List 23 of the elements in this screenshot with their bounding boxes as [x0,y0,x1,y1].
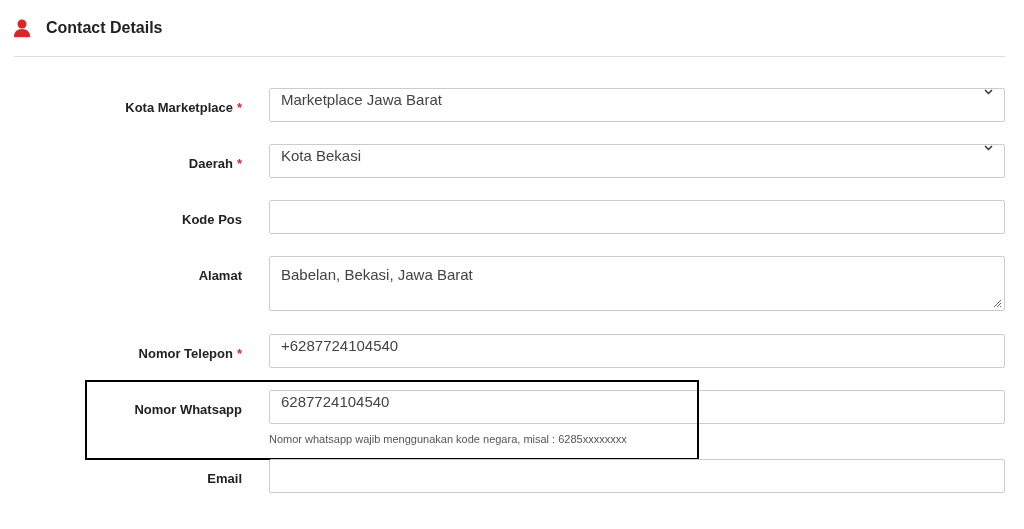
field-label: Email [207,470,242,486]
input-field[interactable]: 6287724104540 [269,390,1005,424]
dropdown-field[interactable]: Marketplace Jawa Barat [269,88,1005,122]
chevron-down-icon [984,89,993,95]
field-label: Nomor Telepon [138,346,233,361]
required-mark: * [236,100,242,115]
help-text: Nomor whatsapp wajib menggunakan kode negara, misal : 6285xxxxxxxx [269,432,628,447]
dropdown-field[interactable]: Kota Bekasi [269,144,1005,178]
field-label: Daerah [188,156,233,171]
input-field[interactable] [269,458,1005,493]
required-mark: * [236,156,242,171]
field-label: Kota Marketplace [125,100,233,115]
field-label: Kode Pos [182,212,242,227]
input-field[interactable] [269,200,1005,234]
resize-handle-icon[interactable] [993,299,1002,308]
field-label: Nomor Whatsapp [134,402,242,417]
address-textarea[interactable]: Babelan, Bekasi, Jawa Barat [269,256,1005,311]
section-title: Contact Details [46,18,163,38]
user-icon [14,19,30,37]
input-field[interactable]: +6287724104540 [269,334,1005,368]
chevron-down-icon [984,145,993,151]
field-label: Alamat [198,268,242,283]
required-mark: * [236,346,242,361]
